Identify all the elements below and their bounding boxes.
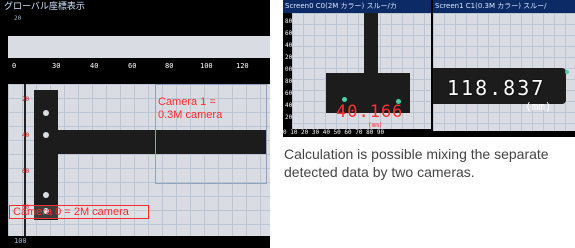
ruler-tick: 100 <box>200 62 213 70</box>
ruler-tick: 0 <box>12 62 17 70</box>
camera1-label: Camera 1 = 0.3M camera <box>158 96 223 121</box>
measurement-value-camera1: 118.837 <box>447 76 546 100</box>
camera0-label: Camera 0 = 2M camera <box>9 205 149 219</box>
screen0-axis-tick: 60 <box>285 30 293 37</box>
screen0-part-stem <box>364 13 378 73</box>
ruler-tick: 120 <box>236 62 249 70</box>
vertical-tick: 40 <box>22 132 30 139</box>
screen0-axis-tick: 80 <box>285 18 293 25</box>
unit-camera0: (mm) <box>368 122 383 129</box>
unit-camera1: (mm) <box>525 100 552 113</box>
vertical-tick: 60 <box>22 168 30 175</box>
screen0-axis-tick: 20 <box>285 54 293 61</box>
ruler-tick: 40 <box>90 62 99 70</box>
screen0-axis-tick: 20 <box>285 114 293 121</box>
screen0-axis-tick: 80 <box>285 78 293 85</box>
screen0-axis-tick: 60 <box>285 90 293 97</box>
ruler-tick: 30 <box>52 62 61 70</box>
screen1-title: Screen1 C1(0.3M カラー) スルー/ <box>433 0 575 13</box>
measurement-value-camera0: 40.166 <box>336 102 404 122</box>
top-number: 20 <box>14 15 22 22</box>
hole <box>43 192 49 198</box>
vertical-tick: 20 <box>22 96 30 103</box>
hole <box>43 132 49 138</box>
part-vertical-piece <box>34 90 58 220</box>
panel-title: グローバル座標表示 <box>4 2 85 12</box>
caption-text: Calculation is possible mixing the separ… <box>284 146 549 180</box>
marker <box>565 70 569 74</box>
screen0-bottom-axis: 0 10 20 30 40 50 60 70 80 90 <box>283 129 385 136</box>
bottom-number: 100 <box>14 237 27 245</box>
screen0-title: Screen0 C0(2M カラー) スルー/カ <box>283 0 431 13</box>
ruler-tick: 60 <box>128 62 137 70</box>
left-bottom-bar <box>0 236 270 248</box>
hole <box>43 110 49 116</box>
ruler-tick: 80 <box>165 62 174 70</box>
screen0-axis-tick: 00 <box>285 66 293 73</box>
screen0-axis-tick: 40 <box>285 102 293 109</box>
screen0-axis-tick: 40 <box>285 42 293 49</box>
